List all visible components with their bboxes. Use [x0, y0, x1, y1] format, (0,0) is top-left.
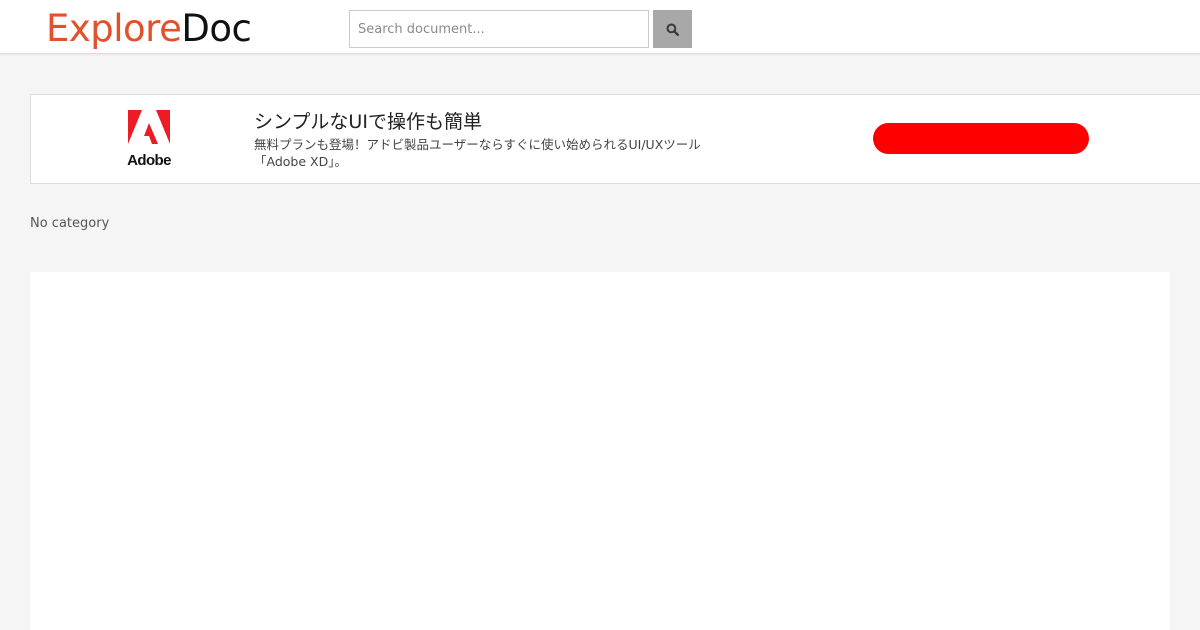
search-input[interactable] [349, 10, 649, 48]
logo-text-explore: Explore [46, 7, 182, 50]
adobe-logo: Adobe [127, 110, 171, 172]
adobe-wordmark: Adobe [127, 152, 171, 169]
site-logo[interactable]: ExploreDoc [46, 7, 252, 51]
ad-banner[interactable]: Adobe シンプルなUIで操作も簡単 無料プランも登場！アドビ製品ユーザーなら… [30, 94, 1200, 184]
search-icon [666, 23, 679, 36]
ad-cta-button[interactable] [873, 123, 1089, 154]
logo-text-doc: Doc [181, 7, 252, 50]
adobe-logo-icon [128, 110, 170, 144]
ad-title[interactable]: シンプルなUIで操作も簡単 [254, 107, 482, 134]
ad-description: 無料プランも登場！アドビ製品ユーザーならすぐに使い始められるUI/UXツール「A… [254, 137, 701, 169]
search-button[interactable] [653, 10, 692, 48]
document-content-panel [30, 272, 1170, 630]
category-label: No category [30, 216, 110, 231]
site-header: ExploreDoc [0, 0, 1200, 54]
